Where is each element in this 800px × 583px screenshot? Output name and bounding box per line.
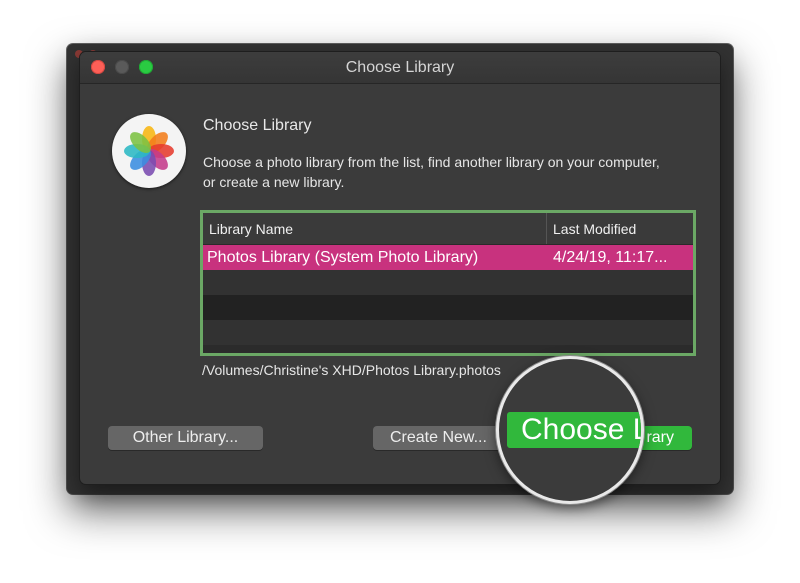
- empty-table-row: [203, 320, 693, 345]
- window-title: Choose Library: [345, 59, 455, 76]
- dialog-description: Choose a photo library from the list, fi…: [203, 154, 660, 190]
- column-header-last-modified[interactable]: Last Modified: [547, 213, 693, 244]
- photos-app-icon: [112, 114, 186, 188]
- magnifier-overlay: Choose Li: [496, 356, 644, 504]
- table-header: Library Name Last Modified: [203, 213, 693, 245]
- last-modified-cell: 4/24/19, 11:17...: [553, 248, 668, 266]
- empty-table-row: [203, 270, 693, 295]
- library-path: /Volumes/Christine's XHD/Photos Library.…: [202, 362, 501, 378]
- dialog-heading: Choose Library: [203, 117, 312, 134]
- choose-library-label: rary: [646, 429, 674, 446]
- create-new-button[interactable]: Create New...: [373, 426, 503, 450]
- title-bar: Choose Library: [80, 52, 720, 84]
- other-library-button[interactable]: Other Library...: [108, 426, 263, 450]
- magnified-choose-library-button: Choose Li: [507, 412, 641, 448]
- library-name-cell: Photos Library (System Photo Library): [207, 248, 479, 266]
- empty-table-row: [203, 295, 693, 320]
- table-row[interactable]: Photos Library (System Photo Library) 4/…: [203, 245, 693, 270]
- library-table: Library Name Last Modified Photos Librar…: [200, 210, 696, 356]
- column-header-library-name[interactable]: Library Name: [203, 213, 547, 244]
